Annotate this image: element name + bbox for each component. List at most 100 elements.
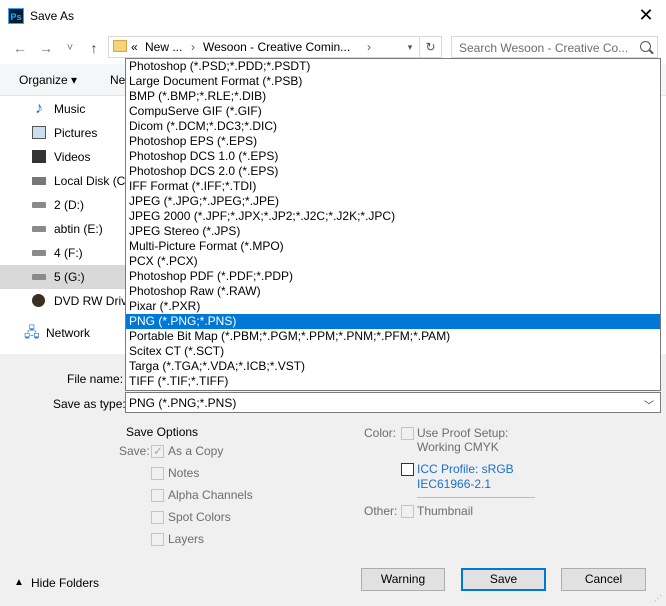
icc-profile-value: IEC61966-2.1 (417, 477, 492, 491)
address-bar[interactable]: « New ... › Wesoon - Creative Comin... ›… (108, 36, 442, 58)
breadcrumb-separator-icon: › (191, 40, 195, 54)
file-type-option[interactable]: Photoshop PDF (*.PDF;*.PDP) (126, 269, 660, 284)
file-type-option[interactable]: Photoshop (*.PSD;*.PDD;*.PSDT) (126, 59, 660, 74)
thumbnail-label: Thumbnail (417, 504, 474, 518)
file-type-option[interactable]: PNG (*.PNG;*.PNS) (126, 314, 660, 329)
save-options-heading: Save Options (126, 425, 199, 439)
folder-icon (113, 40, 127, 52)
sidebar-item-label: Music (54, 102, 86, 116)
file-type-option[interactable]: Pixar (*.PXR) (126, 299, 660, 314)
cancel-button[interactable]: Cancel (561, 568, 646, 591)
warning-button[interactable]: Warning (361, 568, 445, 591)
icc-profile-checkbox[interactable] (401, 463, 414, 476)
photoshop-app-icon: Ps (8, 8, 24, 24)
sidebar-item-drive-e[interactable]: abtin (E:) (0, 217, 128, 241)
notes-label: Notes (168, 466, 200, 480)
sidebar-item-dvd-drive[interactable]: DVD RW Drive (0, 289, 128, 313)
sidebar-item-label: 5 (G:) (54, 270, 85, 284)
organize-menu[interactable]: Organize ▾ (19, 73, 77, 87)
drive-icon (32, 250, 46, 256)
breadcrumb-wesoon[interactable]: Wesoon - Creative Comin... (203, 40, 350, 54)
title-bar: Ps Save As ✕ (0, 0, 666, 32)
hide-folders-button[interactable]: Hide Folders (31, 576, 99, 590)
dvd-icon (32, 294, 45, 307)
file-type-option[interactable]: TIFF (*.TIF;*.TIFF) (126, 374, 660, 389)
search-icon (640, 41, 651, 52)
file-type-option[interactable]: Targa (*.TGA;*.VDA;*.ICB;*.VST) (126, 359, 660, 374)
music-icon: ♪ (35, 100, 43, 117)
file-type-option[interactable]: Photoshop DCS 2.0 (*.EPS) (126, 164, 660, 179)
file-type-option[interactable]: JPEG Stereo (*.JPS) (126, 224, 660, 239)
breadcrumb-new[interactable]: New ... (145, 40, 182, 54)
save-as-dialog: Ps Save As ✕ ← → ˅ ↑ « New ... › Wesoon … (0, 0, 666, 606)
sidebar-item-label: 2 (D:) (54, 198, 84, 212)
sidebar-item-music[interactable]: ♪ Music (0, 97, 128, 121)
spot-colors-checkbox[interactable] (151, 511, 164, 524)
videos-icon (32, 150, 46, 163)
sidebar-item-videos[interactable]: Videos (0, 145, 128, 169)
recent-locations-chevron-icon[interactable]: ˅ (62, 40, 78, 56)
back-arrow-icon[interactable]: ← (12, 40, 28, 56)
drive-icon (32, 202, 46, 208)
new-folder-button[interactable]: Ne (110, 73, 125, 87)
file-type-dropdown-list: Photoshop (*.PSD;*.PDD;*.PSDT) Large Docu… (125, 58, 661, 391)
layers-label: Layers (168, 532, 205, 546)
alpha-channels-checkbox[interactable] (151, 489, 164, 502)
file-type-option[interactable]: Photoshop Raw (*.RAW) (126, 284, 660, 299)
file-type-option[interactable]: JPEG (*.JPG;*.JPEG;*.JPE) (126, 194, 660, 209)
save-as-type-select[interactable]: PNG (*.PNG;*.PNS) ﹀ (125, 392, 661, 413)
sidebar-item-label: Videos (54, 150, 91, 164)
file-type-option[interactable]: Large Document Format (*.PSB) (126, 74, 660, 89)
file-type-option[interactable]: Multi-Picture Format (*.MPO) (126, 239, 660, 254)
up-arrow-icon[interactable]: ↑ (86, 40, 102, 56)
file-type-option[interactable]: Photoshop EPS (*.EPS) (126, 134, 660, 149)
use-proof-setup-checkbox[interactable] (401, 427, 414, 440)
file-type-option[interactable]: Portable Bit Map (*.PBM;*.PGM;*.PPM;*.PN… (126, 329, 660, 344)
save-label: Save: (119, 444, 150, 458)
address-dropdown-icon[interactable]: ▾ (401, 37, 419, 57)
color-label: Color: (364, 426, 397, 440)
sidebar-item-label: DVD RW Drive (54, 294, 128, 308)
drive-icon (32, 274, 46, 280)
forward-arrow-icon[interactable]: → (38, 40, 54, 56)
sidebar-item-label: Pictures (54, 126, 98, 140)
chevron-up-icon[interactable]: ▲ (14, 577, 24, 588)
file-type-option[interactable]: BMP (*.BMP;*.RLE;*.DIB) (126, 89, 660, 104)
dialog-title: Save As (30, 9, 75, 23)
as-a-copy-label: As a Copy (168, 444, 224, 458)
as-a-copy-checkbox[interactable] (151, 444, 164, 458)
close-icon[interactable]: ✕ (636, 4, 656, 26)
divider (417, 497, 535, 498)
file-type-option[interactable]: Dicom (*.DCM;*.DC3;*.DIC) (126, 119, 660, 134)
thumbnail-checkbox[interactable] (401, 505, 414, 518)
local-disk-icon (32, 177, 46, 185)
save-as-type-label: Save as type: (53, 397, 126, 411)
search-input[interactable]: Search Wesoon - Creative Co... (451, 36, 658, 58)
sidebar-item-label: abtin (E:) (54, 222, 103, 236)
file-type-option[interactable]: Scitex CT (*.SCT) (126, 344, 660, 359)
save-as-type-value: PNG (*.PNG;*.PNS) (129, 396, 237, 410)
file-type-option[interactable]: Photoshop DCS 1.0 (*.EPS) (126, 149, 660, 164)
other-label: Other: (364, 504, 398, 518)
sidebar-item-local-disk[interactable]: Local Disk (C:) (0, 169, 128, 193)
spot-colors-label: Spot Colors (168, 510, 231, 524)
sidebar-item-network[interactable]: 🖧 Network (0, 321, 128, 345)
notes-checkbox[interactable] (151, 467, 164, 480)
save-button[interactable]: Save (461, 568, 546, 591)
working-cmyk-label: Working CMYK (417, 440, 499, 454)
refresh-icon[interactable]: ↻ (419, 37, 441, 57)
resize-grip-icon[interactable]: ⋰ (654, 594, 664, 604)
sidebar-item-pictures[interactable]: Pictures (0, 121, 128, 145)
file-type-option[interactable]: JPEG 2000 (*.JPF;*.JPX;*.JP2;*.J2C;*.J2K… (126, 209, 660, 224)
navigation-pane: ♪ Music Pictures Videos Local Disk (C:) … (0, 96, 128, 354)
sidebar-item-drive-d[interactable]: 2 (D:) (0, 193, 128, 217)
file-type-option[interactable]: PCX (*.PCX) (126, 254, 660, 269)
sidebar-item-drive-f[interactable]: 4 (F:) (0, 241, 128, 265)
sidebar-item-drive-g[interactable]: 5 (G:) (0, 265, 128, 289)
address-overflow-icon[interactable]: « (131, 40, 138, 54)
sidebar-item-label: 4 (F:) (54, 246, 83, 260)
layers-checkbox[interactable] (151, 533, 164, 546)
file-type-option[interactable]: CompuServe GIF (*.GIF) (126, 104, 660, 119)
breadcrumb-separator-icon: › (367, 40, 371, 54)
file-type-option[interactable]: IFF Format (*.IFF;*.TDI) (126, 179, 660, 194)
